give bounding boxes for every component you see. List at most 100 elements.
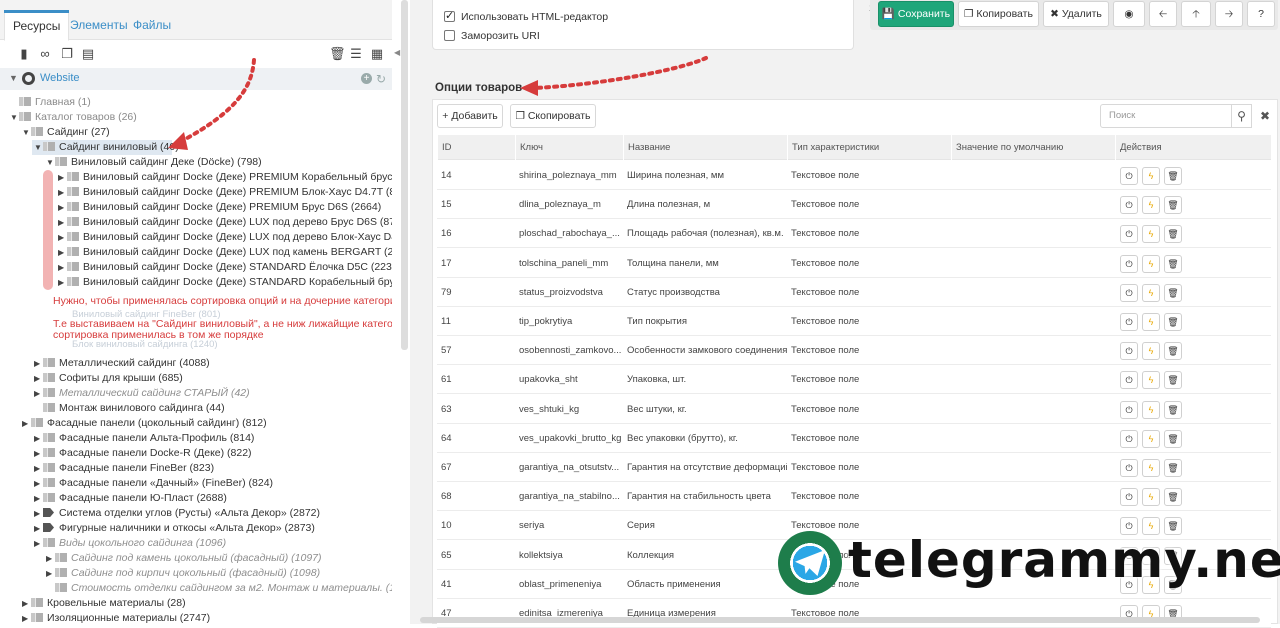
table-row[interactable]: 15 dlina_poleznaya_m Длина полезная, м Текс… [437,190,1271,220]
power-icon[interactable]: ⏻ [1120,225,1138,244]
new-document-icon[interactable]: ▮ [17,46,31,61]
view-button[interactable]: ◉ [1113,1,1145,27]
caret-icon[interactable]: ▶ [58,215,67,230]
bolt-icon[interactable]: ϟ [1142,342,1160,361]
bolt-icon[interactable]: ϟ [1142,488,1160,507]
bolt-icon[interactable]: ϟ [1142,400,1160,419]
caret-icon[interactable]: ▶ [22,596,31,611]
bolt-icon[interactable]: ϟ [1142,254,1160,273]
tree-item[interactable]: ▶ Фасадные панели FineBer (823) [34,461,214,476]
caret-icon[interactable]: ▶ [34,446,43,461]
tree-item[interactable]: ▶ Виниловый сайдинг Docke (Деке) LUX под … [58,215,392,230]
power-icon[interactable]: ⏻ [1120,459,1138,477]
table-row[interactable]: 11 tip_pokrytiya Тип покрытия Текстовое пол… [437,307,1271,336]
prev-button[interactable]: 🡠 [1149,1,1177,27]
tree-item[interactable]: ▼ Виниловый сайдинг Деке (Döcke) (798) [46,155,262,170]
caret-icon[interactable]: ▶ [46,551,55,566]
copy-icon[interactable]: ❐ [60,46,74,61]
caret-icon[interactable]: ▼ [34,140,43,155]
copy-button[interactable]: ❐ Копировать [958,1,1039,27]
caret-icon[interactable]: ▼ [22,125,31,140]
caret-icon[interactable]: ▼ [10,110,19,125]
caret-icon[interactable]: ▶ [58,185,67,200]
search-icon[interactable]: ⚲ [1232,104,1252,128]
copy-option-button[interactable]: ❐ Скопировать [510,104,596,128]
table-row[interactable]: 16 ploschad_rabochaya_... Площадь рабочая … [437,219,1271,249]
tree-item[interactable]: Монтаж винилового сайдинга (44) [34,401,225,416]
add-option-button[interactable]: + Добавить [437,104,503,128]
caret-icon[interactable]: ▶ [58,170,67,185]
up-button[interactable]: 🡡 [1181,1,1211,27]
next-button[interactable]: 🡢 [1215,1,1243,27]
delete-button[interactable]: ✖ Удалить [1043,1,1109,27]
tree-item[interactable]: ▶ Виниловый сайдинг Docke (Деке) LUX под … [58,245,392,260]
help-button[interactable]: ? [1247,1,1275,27]
tree-item[interactable]: ▶ Фигурные наличники и откосы «Альта Деко… [34,521,315,536]
tree-item[interactable]: ▶ Кровельные материалы (28) [22,596,186,611]
refresh-icon[interactable]: ↻ [376,72,386,86]
trash-icon[interactable]: 🗑 [1164,283,1182,302]
col-type[interactable]: Тип характеристики [787,135,951,160]
tree-item[interactable]: ▶ Фасадные панели Альта-Профиль (814) [34,431,254,446]
tree-item[interactable]: ▶ Фасадные панели Ю-Пласт (2688) [34,491,227,506]
caret-icon[interactable]: ▶ [34,476,43,491]
bottom-scrollbar[interactable] [420,617,1260,623]
bolt-icon[interactable]: ϟ [1142,196,1160,215]
trash-icon[interactable]: 🗑 [1164,167,1182,185]
trash-icon[interactable]: 🗑 [1164,400,1182,419]
tree-item[interactable]: ▶ Фасадные панели (цокольный сайдинг) (81… [22,416,267,431]
tree-item[interactable]: ▶ Сайдинг под камень цокольный (фасадный)… [46,551,322,566]
caret-icon[interactable]: ▶ [34,491,43,506]
power-icon[interactable]: ⏻ [1120,283,1138,302]
caret-icon[interactable]: ▶ [22,416,31,431]
table-row[interactable]: 17 tolschina_paneli_mm Толщина панели, мм Т… [437,248,1271,278]
clear-icon[interactable]: ✖ [1256,104,1274,128]
bolt-icon[interactable]: ϟ [1142,429,1160,448]
tab-resources[interactable]: Ресурсы [4,10,70,41]
caret-icon[interactable]: ▶ [58,245,67,260]
col-default[interactable]: Значение по умолчанию [951,135,1115,160]
caret-icon[interactable]: ▶ [34,386,43,401]
tree-item[interactable]: ▶ Фасадные панели «Дачный» (FineBer) (824… [34,476,273,491]
tree-item[interactable]: ▶ Металлический сайдинг (4088) [34,356,210,371]
tree-root-website[interactable]: ▼ Website + ↻ [0,68,392,90]
tree-item[interactable]: ▶ Сайдинг под кирпич цокольный (фасадный)… [46,566,320,581]
table-row[interactable]: 68 garantiya_na_stabilno... Гарантия на ст… [437,482,1271,512]
link-icon[interactable]: ∞ [38,46,52,61]
power-icon[interactable]: ⏻ [1120,254,1138,273]
caret-icon[interactable]: ▶ [34,356,43,371]
list-view-icon[interactable]: ☰ [349,46,363,61]
power-icon[interactable]: ⏻ [1120,488,1138,507]
power-icon[interactable]: ⏻ [1120,167,1138,185]
tree-item[interactable]: ▶ Виниловый сайдинг Docke (Деке) PREMIUM … [58,170,392,185]
file-text-icon[interactable]: ▤ [81,46,95,61]
bolt-icon[interactable]: ϟ [1142,225,1160,244]
table-row[interactable]: 63 ves_shtuki_kg Вес штуки, кг. Текстовое п… [437,394,1271,424]
trash-icon[interactable]: 🗑 [1164,313,1182,331]
tree-item[interactable]: ▶ Софиты для крыши (685) [34,371,183,386]
left-scrollbar[interactable] [401,0,408,350]
trash-icon[interactable]: 🗑 [1164,342,1182,361]
table-row[interactable]: 61 upakovka_sht Упаковка, шт. Текстовое пол… [437,365,1271,395]
tree-item[interactable]: Стоимость отделки сайдингом за м2. Монта… [46,581,392,596]
caret-icon[interactable]: ▶ [22,611,31,624]
bolt-icon[interactable]: ϟ [1142,371,1160,390]
bolt-icon[interactable]: ϟ [1142,313,1160,331]
power-icon[interactable]: ⏻ [1120,313,1138,331]
caret-icon[interactable]: ▶ [34,371,43,386]
caret-icon[interactable]: ▶ [34,506,43,521]
caret-icon[interactable]: ▶ [46,566,55,581]
caret-icon[interactable]: ▶ [58,200,67,215]
table-row[interactable]: 64 ves_upakovki_brutto_kg Вес упаковки (бр… [437,423,1271,453]
html-editor-checkbox[interactable] [444,9,455,22]
table-row[interactable]: 67 garantiya_na_otsutstv... Гарантия на от… [437,453,1271,482]
power-icon[interactable]: ⏻ [1120,400,1138,419]
col-name[interactable]: Название [623,135,787,160]
power-icon[interactable]: ⏻ [1120,371,1138,390]
trash-icon[interactable]: 🗑 [1164,371,1182,390]
col-key[interactable]: Ключ [515,135,623,160]
save-button[interactable]: 💾 Сохранить [878,1,954,27]
bolt-icon[interactable]: ϟ [1142,283,1160,302]
freeze-uri-checkbox[interactable] [444,30,455,41]
tree-item[interactable]: ▶ Виниловый сайдинг Docke (Деке) STANDARD… [58,260,392,275]
